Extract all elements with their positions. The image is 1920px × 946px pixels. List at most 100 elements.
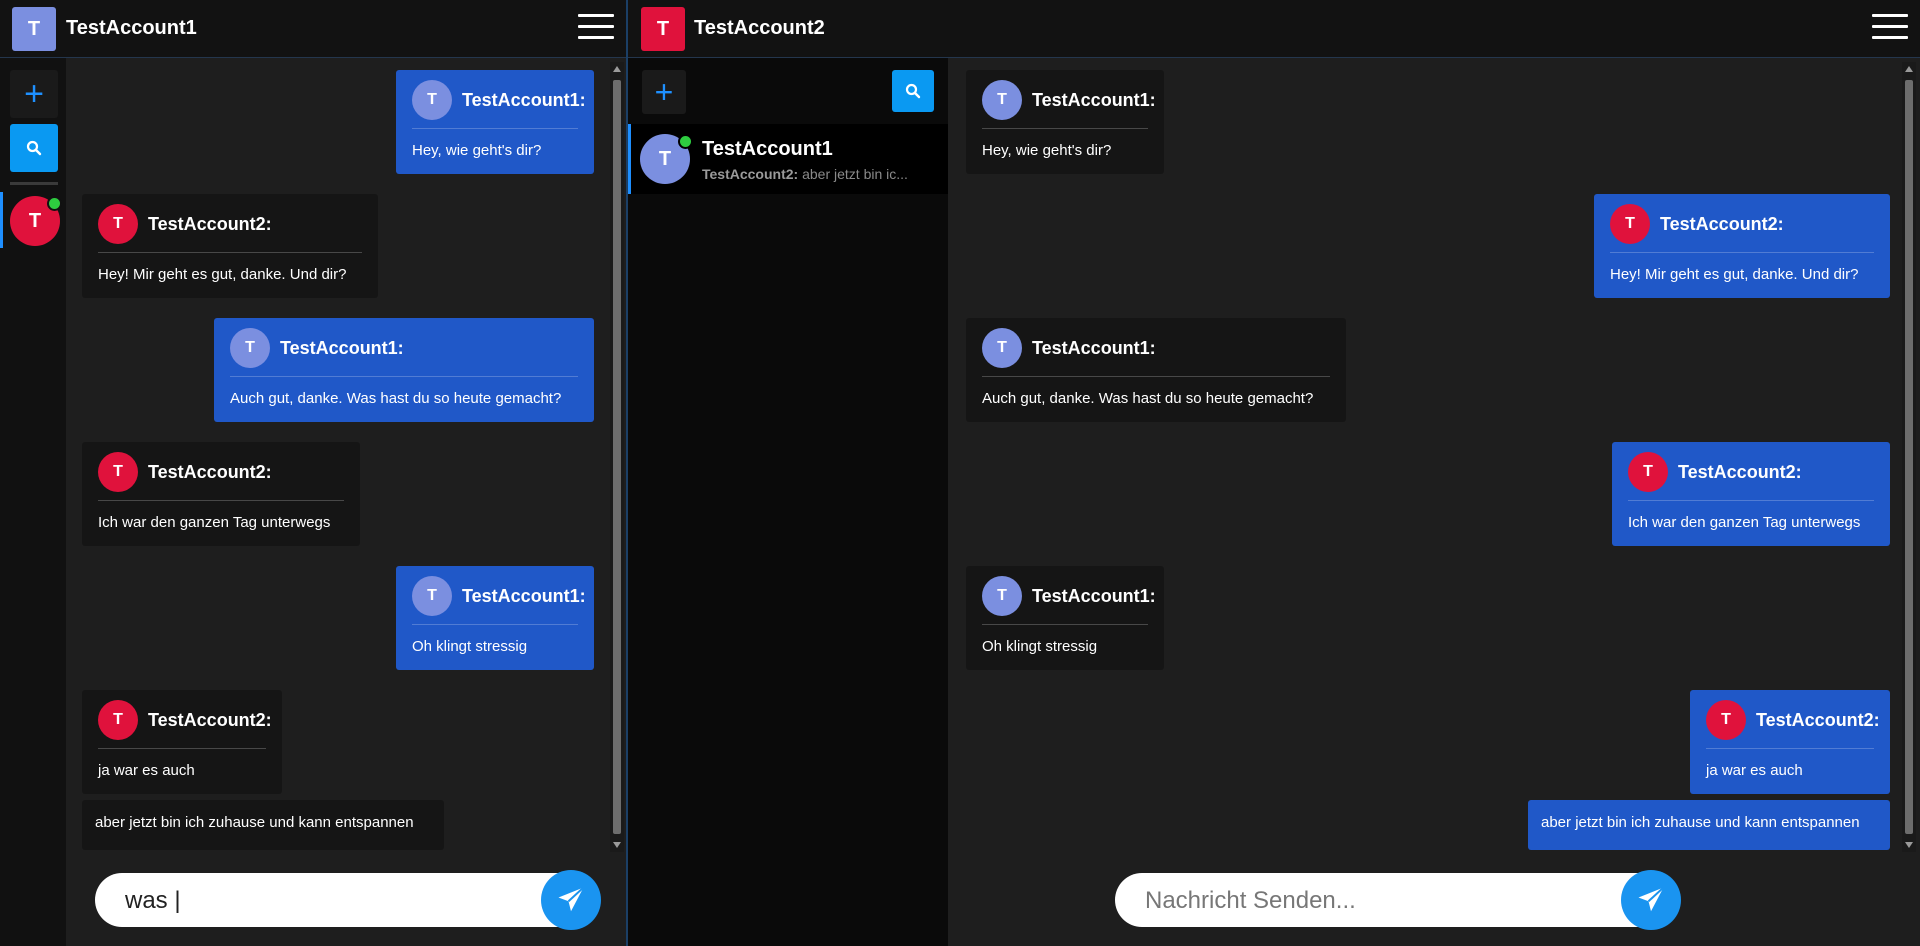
hamburger-icon[interactable] [1872,14,1908,40]
sender-name: TestAccount2: [1678,461,1802,482]
sender-avatar: T [230,328,270,368]
message-text: Hey, wie geht's dir? [982,142,1112,159]
message-text: ja war es auch [1706,762,1803,779]
chat-window-account2: T TestAccount2 + T TestAccount1 TestAcco… [628,0,1920,946]
plus-icon: + [654,73,674,110]
add-chat-button[interactable]: + [642,70,686,114]
contact-list-item[interactable]: T TestAccount1 TestAccount2: aber jetzt … [628,124,948,194]
message-bubble: T TestAccount2: Ich war den ganzen Tag unt… [1612,442,1890,546]
sender-avatar: T [98,204,138,244]
paper-plane-icon [1638,886,1665,912]
message-text: Hey, wie geht's dir? [412,142,542,159]
sender-name: TestAccount1: [1032,585,1156,606]
contact-name: TestAccount1 [702,138,833,160]
sender-avatar: T [982,328,1022,368]
message-bubble: T TestAccount1: Oh klingt stressig [396,566,594,670]
sender-avatar: T [412,80,452,120]
send-button[interactable] [1621,870,1681,930]
message-text: aber jetzt bin ich zuhause und kann ents… [1541,814,1860,831]
message-bubble: T TestAccount2: ja war es auch [82,690,282,794]
message-text: Oh klingt stressig [982,638,1098,655]
app-header: T TestAccount1 [0,0,626,58]
sender-avatar: T [1610,204,1650,244]
message-text: Hey! Mir geht es gut, danke. Und dir? [98,266,347,283]
message-text: ja war es auch [98,762,195,779]
online-status-dot [47,196,62,211]
message-text: Hey! Mir geht es gut, danke. Und dir? [1610,266,1859,283]
message-bubble: T TestAccount1: Hey, wie geht's dir? [966,70,1164,174]
send-button[interactable] [541,870,601,930]
search-button[interactable] [892,70,934,112]
scroll-up-arrow-icon[interactable] [1905,66,1913,72]
sender-name: TestAccount1: [280,337,404,358]
preview-sender: TestAccount2: [702,166,799,182]
sender-name: TestAccount1: [1032,337,1156,358]
sender-avatar: T [982,576,1022,616]
message-bubble: T TestAccount2: Ich war den ganzen Tag unt… [82,442,360,546]
scrollbar[interactable] [1902,62,1916,852]
sender-avatar: T [1628,452,1668,492]
scrollbar[interactable] [610,62,624,852]
sender-name: TestAccount2: [148,213,272,234]
message-text: Auch gut, danke. Was hast du so heute ge… [230,390,562,407]
message-input[interactable] [1143,873,1607,929]
message-input[interactable] [123,873,527,929]
message-composer [95,870,601,930]
plus-icon: + [24,74,44,113]
chat-window-account1: T TestAccount1 + T T TestAccount1: Hey, wi… [0,0,628,946]
message-bubble: T TestAccount1: Hey, wie geht's dir? [396,70,594,174]
message-text: Ich war den ganzen Tag unterwegs [98,514,331,531]
message-bubble: T TestAccount1: Auch gut, danke. Was hast … [966,318,1346,422]
scroll-down-arrow-icon[interactable] [613,842,621,848]
scroll-thumb[interactable] [1905,80,1913,834]
account-avatar[interactable]: T [641,7,685,51]
sender-avatar: T [1706,700,1746,740]
sender-name: TestAccount1: [1032,89,1156,110]
sender-name: TestAccount2: [148,709,272,730]
search-icon [26,140,42,156]
scroll-up-arrow-icon[interactable] [613,66,621,72]
divider [10,182,58,185]
message-text: Ich war den ganzen Tag unterwegs [1628,514,1861,531]
scroll-thumb[interactable] [613,80,621,834]
message-bubble: T TestAccount2: Hey! Mir geht es gut, dank… [82,194,378,298]
sender-name: TestAccount1: [462,89,586,110]
preview-text: aber jetzt bin ic... [802,166,908,182]
account-name: TestAccount2 [694,17,825,39]
hamburger-icon[interactable] [578,14,614,40]
message-list: T TestAccount1: Hey, wie geht's dir? T TestA… [66,58,606,866]
message-bubble: T TestAccount1: Auch gut, danke. Was hast … [214,318,594,422]
message-list: T TestAccount1: Hey, wie geht's dir? T TestA… [948,58,1890,866]
sender-avatar: T [412,576,452,616]
contact-list: + T TestAccount1 TestAccount2: aber jetz… [628,58,948,946]
message-bubble: T TestAccount2: Hey! Mir geht es gut, dank… [1594,194,1890,298]
message-text: Oh klingt stressig [412,638,528,655]
sender-name: TestAccount1: [462,585,586,606]
message-text: Auch gut, danke. Was hast du so heute ge… [982,390,1314,407]
paper-plane-icon [558,886,585,912]
online-status-dot [678,134,693,149]
last-message-preview: TestAccount2: aber jetzt bin ic... [702,166,908,182]
message-bubble: aber jetzt bin ich zuhause und kann ents… [82,800,444,850]
message-bubble: T TestAccount2: ja war es auch [1690,690,1890,794]
add-chat-button[interactable]: + [10,70,58,118]
account-name: TestAccount1 [66,17,197,39]
sender-avatar: T [98,700,138,740]
message-bubble: aber jetzt bin ich zuhause und kann ents… [1528,800,1890,850]
search-icon [905,83,921,99]
account-avatar[interactable]: T [12,7,56,51]
search-button[interactable] [10,124,58,172]
active-indicator [0,192,3,248]
app-header: T TestAccount2 [628,0,1920,58]
message-bubble: T TestAccount1: Oh klingt stressig [966,566,1164,670]
scroll-down-arrow-icon[interactable] [1905,842,1913,848]
sender-name: TestAccount2: [1756,709,1880,730]
active-indicator [628,124,631,194]
sender-avatar: T [98,452,138,492]
sidebar-rail: + T [0,58,66,946]
sender-name: TestAccount2: [1660,213,1784,234]
message-text: aber jetzt bin ich zuhause und kann ents… [95,814,414,831]
sender-name: TestAccount2: [148,461,272,482]
message-composer [1115,870,1681,930]
sender-avatar: T [982,80,1022,120]
